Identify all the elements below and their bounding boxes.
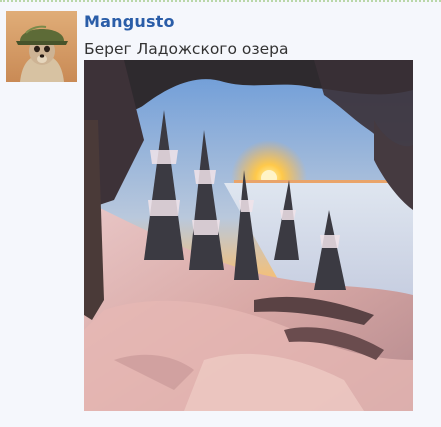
post-text: Берег Ладожского озера (84, 40, 289, 58)
post-item: Mangusto Берег Ладожского озера (0, 2, 441, 427)
meerkat-soldier-avatar-icon (6, 11, 77, 82)
avatar[interactable] (6, 11, 77, 82)
author-name-link[interactable]: Mangusto (84, 12, 175, 31)
winter-lake-photo (84, 60, 413, 411)
post-photo[interactable] (84, 60, 413, 411)
